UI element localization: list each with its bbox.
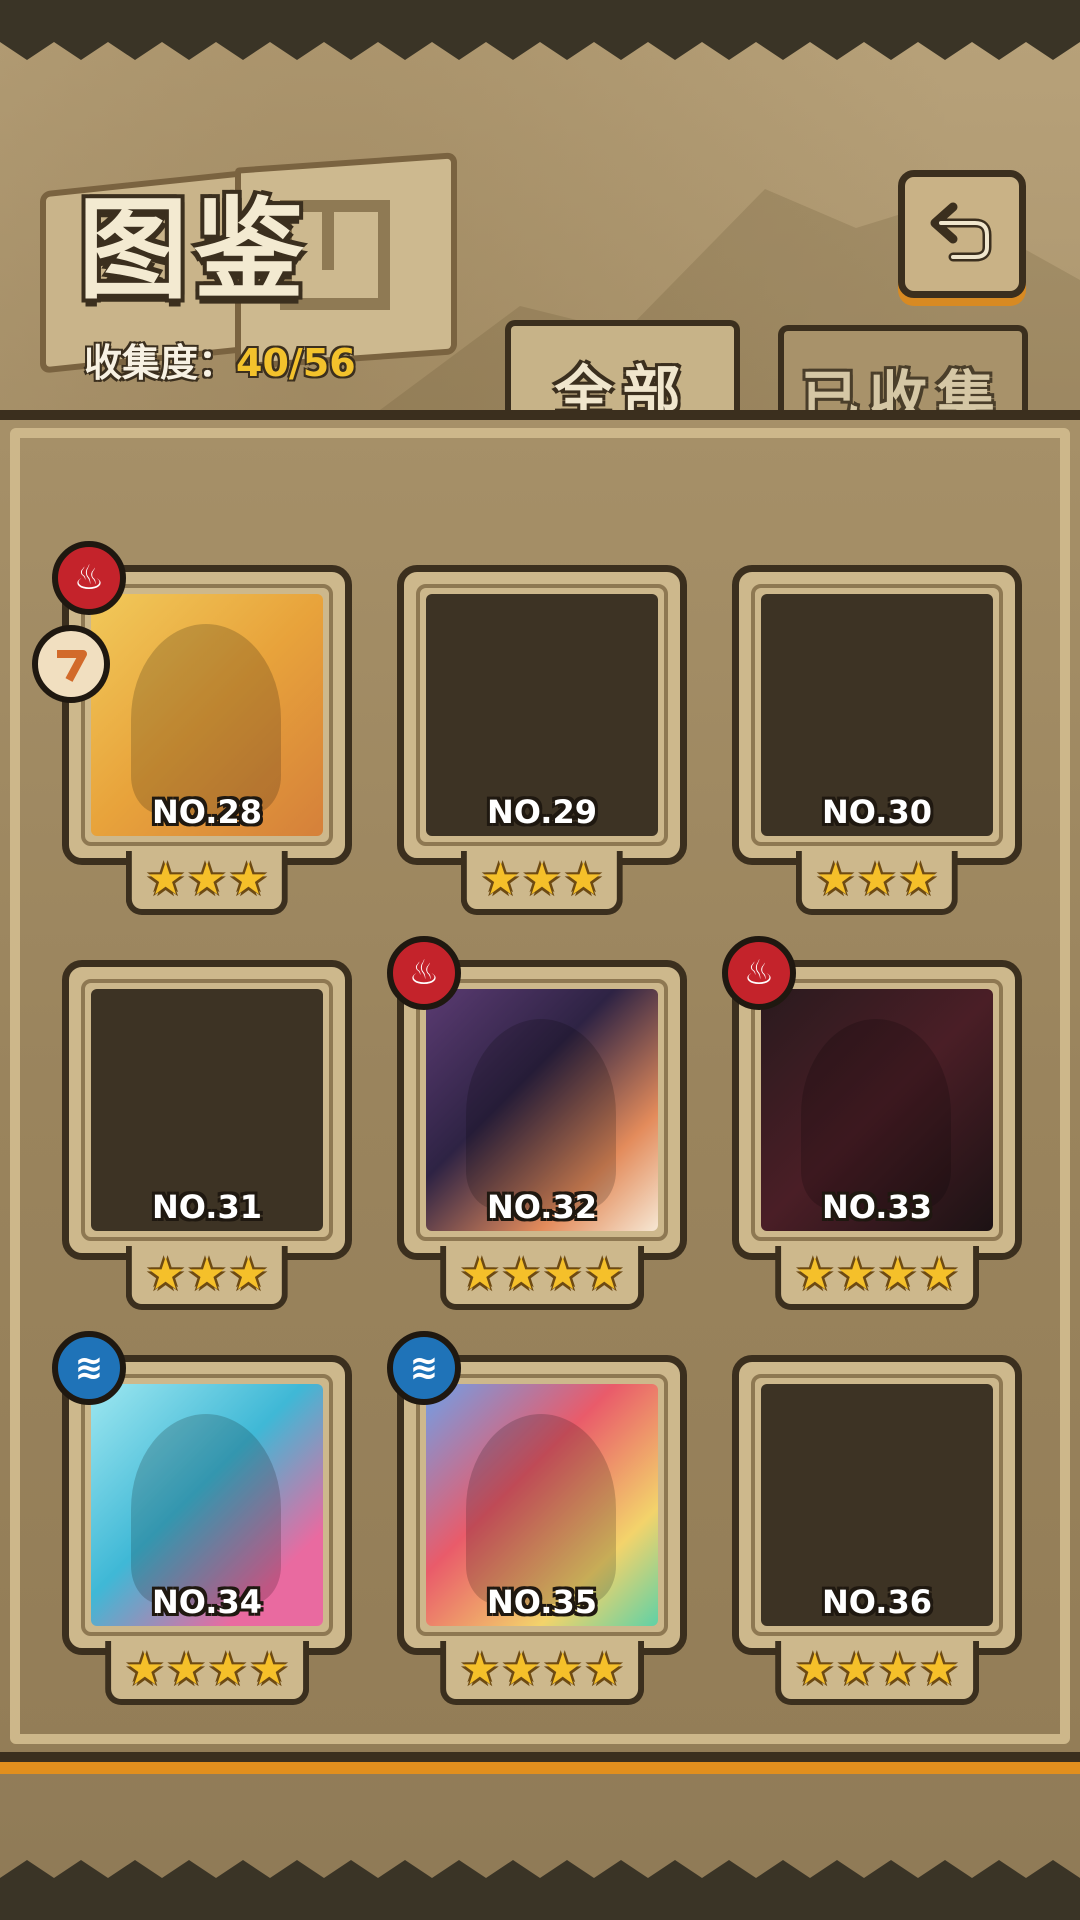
star-icon: ★	[249, 1644, 289, 1695]
fire-icon: ♨	[387, 936, 461, 1010]
star-icon: ★	[522, 854, 562, 905]
back-arrow-icon	[930, 202, 992, 262]
back-button[interactable]	[898, 170, 1026, 298]
star-rating: ★ ★ ★ ★	[105, 1641, 309, 1705]
star-icon: ★	[208, 1644, 248, 1695]
star-icon: ★	[543, 1249, 583, 1300]
star-icon: ★	[543, 1644, 583, 1695]
star-icon: ★	[145, 1249, 186, 1300]
star-icon: ★	[228, 1249, 269, 1300]
star-icon: ★	[898, 854, 939, 905]
card-no31[interactable]: NO.31 ★ ★ ★	[62, 960, 352, 1320]
star-icon: ★	[836, 1644, 876, 1695]
star-icon: ★	[480, 854, 521, 905]
card-no34[interactable]: NO.34 ★ ★ ★ ★ ≋	[52, 1331, 352, 1715]
fire-icon: ♨	[52, 541, 126, 615]
star-icon: ★	[187, 1249, 227, 1300]
card-no29[interactable]: NO.29 ★ ★ ★	[397, 565, 687, 925]
star-rating: ★ ★ ★	[795, 851, 959, 915]
bottom-zigzag-border	[0, 1860, 1080, 1920]
card-number: NO.29	[487, 793, 597, 831]
star-icon: ★	[501, 1249, 541, 1300]
star-icon: ★	[563, 854, 604, 905]
collection-progress: 收集度：40/56	[84, 332, 356, 387]
water-icon: ≋	[387, 1331, 461, 1405]
star-rating: ★ ★ ★ ★	[775, 1641, 979, 1705]
star-icon: ★	[878, 1249, 918, 1300]
star-icon: ★	[878, 1644, 918, 1695]
star-icon: ★	[460, 1249, 500, 1300]
card-number: NO.30	[822, 793, 932, 831]
collection-panel: NO.28 ★ ★ ★ ♨ NO.29 ★ ★ ★ NO.30 ★ ★ ★ NO.31	[0, 410, 1080, 1774]
star-rating: ★ ★ ★ ★	[440, 1641, 644, 1705]
star-icon: ★	[795, 1249, 835, 1300]
card-number: NO.36	[822, 1583, 932, 1621]
star-icon: ★	[228, 854, 269, 905]
star-icon: ★	[584, 1644, 624, 1695]
star-icon: ★	[460, 1644, 500, 1695]
star-icon: ★	[919, 1644, 959, 1695]
star-icon: ★	[187, 854, 227, 905]
star-icon: ★	[815, 854, 856, 905]
card-number: NO.32	[487, 1188, 597, 1226]
collection-progress-label: 收集度：	[84, 341, 237, 385]
star-icon: ★	[919, 1249, 959, 1300]
star-icon: ★	[584, 1249, 624, 1300]
page-title: 图鉴	[78, 186, 310, 314]
star-icon: ★	[166, 1644, 206, 1695]
star-rating: ★ ★ ★	[125, 851, 289, 915]
star-icon: ★	[125, 1644, 165, 1695]
star-icon: ★	[501, 1644, 541, 1695]
star-rating: ★ ★ ★	[125, 1246, 289, 1310]
collection-progress-value: 40/56	[236, 341, 356, 385]
card-no32[interactable]: NO.32 ★ ★ ★ ★ ♨	[387, 936, 687, 1320]
star-icon: ★	[836, 1249, 876, 1300]
card-no35[interactable]: NO.35 ★ ★ ★ ★ ≋	[387, 1331, 687, 1715]
top-zigzag-border	[0, 0, 1080, 60]
card-no30[interactable]: NO.30 ★ ★ ★	[732, 565, 1022, 925]
card-no33[interactable]: NO.33 ★ ★ ★ ★ ♨	[722, 936, 1022, 1320]
card-no28[interactable]: NO.28 ★ ★ ★ ♨	[32, 541, 352, 925]
water-icon: ≋	[52, 1331, 126, 1405]
card-no36[interactable]: NO.36 ★ ★ ★ ★	[732, 1355, 1022, 1715]
star-rating: ★ ★ ★	[460, 851, 624, 915]
card-number: NO.28	[152, 793, 262, 831]
fire-icon: ♨	[722, 936, 796, 1010]
card-number: NO.33	[822, 1188, 932, 1226]
star-icon: ★	[795, 1644, 835, 1695]
star-icon: ★	[145, 854, 186, 905]
collect-tag-icon	[32, 625, 110, 703]
star-rating: ★ ★ ★ ★	[440, 1246, 644, 1310]
card-number: NO.34	[152, 1583, 262, 1621]
card-number: NO.35	[487, 1583, 597, 1621]
star-rating: ★ ★ ★ ★	[775, 1246, 979, 1310]
star-icon: ★	[857, 854, 897, 905]
card-number: NO.31	[152, 1188, 262, 1226]
